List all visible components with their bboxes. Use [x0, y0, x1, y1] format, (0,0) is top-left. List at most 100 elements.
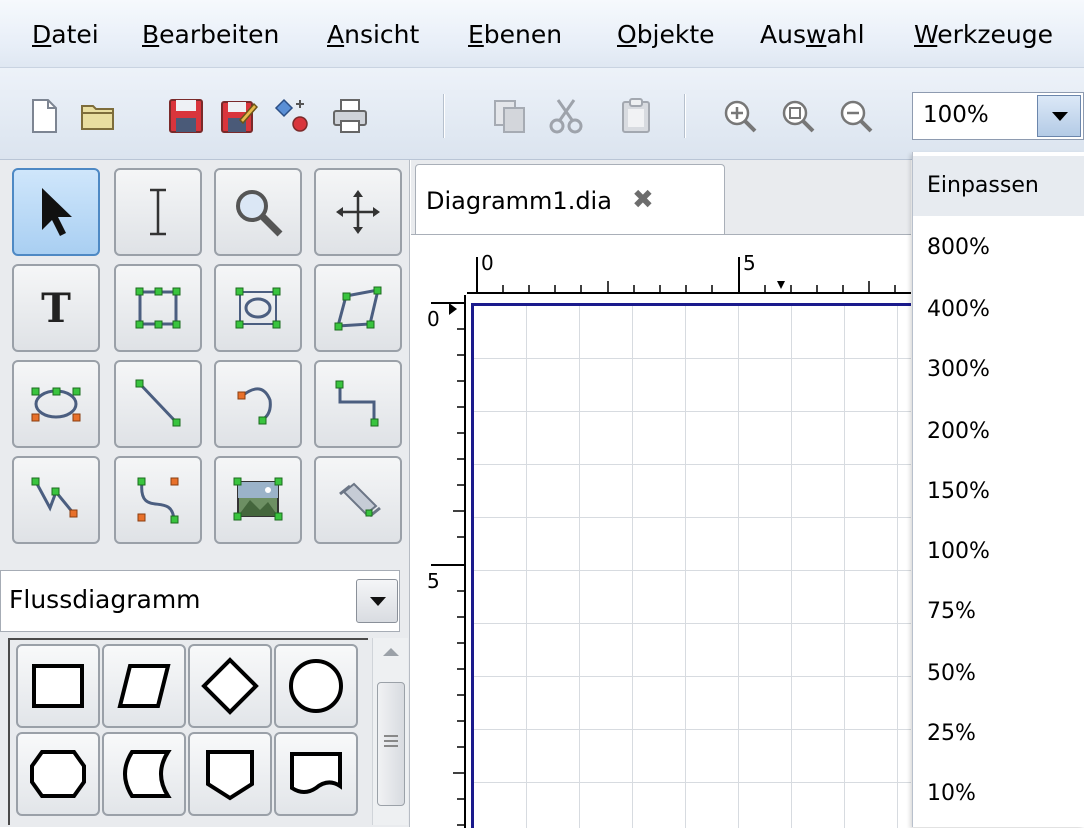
tool-bezier[interactable]	[114, 456, 202, 544]
text-tool-icon: T	[41, 285, 71, 332]
close-icon[interactable]: ✖	[632, 185, 654, 215]
ellipse-box-icon	[235, 287, 281, 329]
zoom-option-100[interactable]: 100%	[913, 522, 1084, 582]
shape-preparation[interactable]	[16, 732, 100, 816]
ruler-cursor-marker	[777, 281, 785, 289]
menu-ansicht[interactable]: Ansicht	[327, 20, 419, 49]
tool-select[interactable]	[12, 168, 100, 256]
zoom-option-25[interactable]: 25%	[913, 704, 1084, 764]
menu-werkzeuge[interactable]: Werkzeuge	[914, 20, 1053, 49]
new-button[interactable]	[24, 96, 64, 136]
tool-zigzag[interactable]	[314, 360, 402, 448]
sheet-selector[interactable]: Flussdiagramm	[0, 570, 400, 632]
tool-move[interactable]	[314, 168, 402, 256]
zoom-dropdown-button[interactable]	[1037, 95, 1081, 137]
tool-text[interactable]: T	[12, 264, 100, 352]
document-shape-icon	[290, 752, 342, 794]
main-toolbar: 100%	[0, 68, 1084, 160]
shape-connector[interactable]	[274, 644, 358, 728]
menu-objekte[interactable]: Objekte	[617, 20, 715, 49]
scroll-thumb[interactable]	[377, 682, 405, 806]
shape-document[interactable]	[274, 732, 358, 816]
shape-decision[interactable]	[188, 644, 272, 728]
line-icon	[135, 379, 181, 427]
svg-text:T: T	[41, 285, 71, 332]
save-button[interactable]	[166, 96, 206, 136]
save-as-button[interactable]	[218, 96, 258, 136]
bezier-icon	[137, 477, 179, 524]
zoom-option-400[interactable]: 400%	[913, 280, 1084, 340]
zoom-option-75[interactable]: 75%	[913, 582, 1084, 642]
zoom-in-icon	[724, 100, 757, 133]
menu-ebenen[interactable]: Ebenen	[468, 20, 562, 49]
image-icon	[233, 477, 283, 521]
document-tab[interactable]: Diagramm1.dia ✖	[415, 164, 725, 234]
diagram-canvas[interactable]	[471, 303, 911, 828]
horizontal-ruler	[467, 249, 911, 295]
tool-polyline[interactable]	[12, 456, 100, 544]
ellipse-icon	[31, 387, 81, 422]
vruler-label-5: 5	[427, 569, 440, 593]
open-icon	[81, 105, 114, 130]
zoom-option-fit[interactable]: Einpassen	[913, 156, 1084, 216]
tool-line[interactable]	[114, 360, 202, 448]
zoom-option-200[interactable]: 200%	[913, 402, 1084, 462]
menu-datei[interactable]: Datei	[32, 20, 99, 49]
scroll-up-arrow[interactable]	[383, 648, 399, 656]
tool-outline[interactable]	[314, 456, 402, 544]
zoom-option-800[interactable]: 800%	[913, 218, 1084, 278]
tool-magnify[interactable]	[214, 168, 302, 256]
shape-palette	[8, 638, 368, 825]
zoom-option-300[interactable]: 300%	[913, 340, 1084, 400]
polygon-icon	[334, 286, 382, 331]
zoom-combo[interactable]: 100%	[912, 92, 1084, 140]
paste-icon	[622, 98, 650, 133]
zoom-value: 100%	[923, 102, 989, 128]
box-icon	[135, 287, 181, 329]
tool-polygon[interactable]	[314, 264, 402, 352]
shape-process[interactable]	[16, 644, 100, 728]
tool-box[interactable]	[114, 264, 202, 352]
menu-auswahl[interactable]: Auswahl	[760, 20, 865, 49]
open-button[interactable]	[78, 96, 118, 136]
outline-icon	[339, 482, 381, 518]
zoom-in-button[interactable]	[720, 96, 760, 136]
ruler-cursor-marker	[449, 303, 457, 315]
shape-offpage[interactable]	[188, 732, 272, 816]
menu-bearbeiten[interactable]: Bearbeiten	[142, 20, 279, 49]
canvas-frame: 0 5 0 5	[411, 234, 911, 828]
process-shape-icon	[32, 664, 84, 708]
save-as-icon	[221, 101, 258, 133]
tool-arc[interactable]	[214, 360, 302, 448]
export-button[interactable]	[274, 96, 314, 136]
export-icon	[274, 98, 308, 132]
tool-image[interactable]	[214, 456, 302, 544]
toolbar-separator	[684, 94, 686, 138]
diamond-shape-icon	[201, 657, 259, 715]
tool-text-edit[interactable]	[114, 168, 202, 256]
sheet-dropdown-button[interactable]	[356, 579, 398, 623]
copy-button[interactable]	[490, 96, 530, 136]
zoom-fit-button[interactable]	[778, 96, 818, 136]
shape-stored-data[interactable]	[102, 732, 186, 816]
cut-icon	[549, 99, 583, 134]
zoom-option-150[interactable]: 150%	[913, 462, 1084, 522]
shape-palette-scrollbar[interactable]	[372, 638, 408, 825]
print-icon	[333, 99, 367, 133]
zoom-option-50[interactable]: 50%	[913, 644, 1084, 704]
tool-ellipse-box[interactable]	[214, 264, 302, 352]
toolbox-panel: T Flussdiagramm	[0, 160, 410, 827]
save-icon	[169, 99, 203, 133]
new-icon	[32, 99, 57, 133]
zigzag-line-icon	[335, 380, 379, 427]
print-button[interactable]	[330, 96, 370, 136]
tool-ellipse[interactable]	[12, 360, 100, 448]
select-pointer-icon	[42, 188, 72, 236]
zoom-option-10[interactable]: 10%	[913, 764, 1084, 824]
menu-bar: Datei Bearbeiten Ansicht Ebenen Objekte …	[0, 0, 1084, 68]
paste-button[interactable]	[616, 96, 656, 136]
vertical-ruler	[411, 295, 467, 828]
zoom-out-button[interactable]	[836, 96, 876, 136]
cut-button[interactable]	[546, 96, 586, 136]
shape-data[interactable]	[102, 644, 186, 728]
